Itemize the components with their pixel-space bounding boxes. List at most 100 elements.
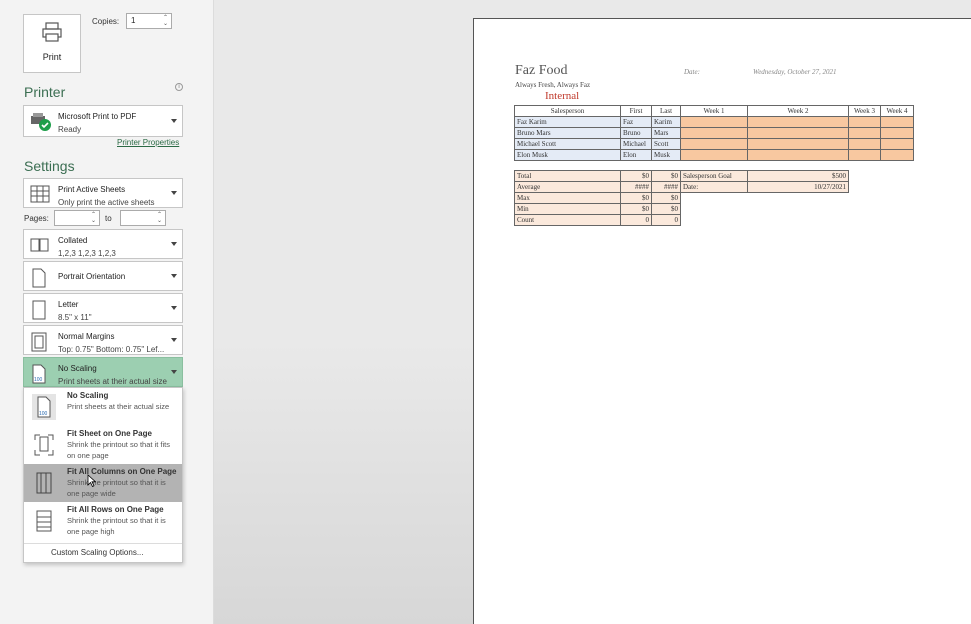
cell-week (747, 138, 849, 150)
summary-last: 0 (651, 214, 681, 226)
printer-dropdown[interactable]: Microsoft Print to PDF Ready (23, 105, 183, 137)
cell-week (880, 138, 914, 150)
goal-table: Salesperson Goal $500 Date: 10/27/2021 (680, 170, 849, 193)
cell-week (747, 127, 849, 139)
info-icon[interactable]: i (175, 83, 183, 91)
menu-item-title: Fit All Columns on One Page (67, 467, 177, 476)
table-row: Total $0 $0 (514, 170, 681, 182)
print-what-title: Print Active Sheets (58, 185, 126, 194)
custom-scaling-options[interactable]: Custom Scaling Options... (51, 548, 143, 557)
preview-date-label: Date: (684, 68, 700, 76)
cell-week (880, 116, 914, 128)
no-scaling-icon: 100 (32, 364, 46, 384)
summary-label: Total (514, 170, 621, 182)
margins-icon (31, 332, 47, 352)
cell-first: Faz (620, 116, 652, 128)
preview-slogan: Always Fresh, Always Faz (515, 81, 591, 89)
pages-from-input[interactable]: ⌃ ⌄ (54, 210, 100, 226)
cell-week (848, 127, 881, 139)
goal-value: $500 (747, 170, 849, 182)
cell-last: Mars (651, 127, 681, 139)
summary-first: $0 (620, 192, 652, 204)
cell-week (680, 127, 748, 139)
collation-title: Collated (58, 236, 88, 245)
copies-spinner[interactable]: ⌃ ⌄ (163, 15, 168, 27)
printer-ready-icon (31, 113, 51, 131)
chevron-down-icon (171, 242, 177, 246)
cell-week (880, 127, 914, 139)
table-row: Faz Karim Faz Karim (514, 116, 914, 128)
copies-input[interactable]: 1 ⌃ ⌄ (126, 13, 172, 29)
summary-first: $0 (620, 203, 652, 215)
paper-size-dropdown[interactable]: Letter 8.5" x 11" (23, 293, 183, 323)
scaling-subtitle: Print sheets at their actual size (58, 377, 167, 386)
table-row: Salesperson Goal $500 (680, 170, 849, 182)
menu-item-no-scaling[interactable]: 100 No Scaling Print sheets at their act… (24, 388, 182, 426)
pages-from-spinner[interactable]: ⌃ ⌄ (91, 212, 96, 224)
printer-section-title: Printer (24, 84, 66, 100)
goal-label: Salesperson Goal (680, 170, 748, 182)
copies-label: Copies: (92, 17, 120, 26)
sales-header-row: Salesperson First Last Week 1 Week 2 Wee… (514, 105, 914, 117)
cell-last: Karim (651, 116, 681, 128)
header-cell: Week 1 (680, 105, 748, 117)
cell-week (747, 149, 849, 161)
chevron-down-icon (171, 119, 177, 123)
portrait-page-icon (32, 268, 46, 288)
cell-salesperson: Bruno Mars (514, 127, 621, 139)
pages-label: Pages: (24, 214, 49, 223)
orientation-title: Portrait Orientation (58, 272, 126, 281)
summary-first: $0 (620, 170, 652, 182)
print-what-dropdown[interactable]: Print Active Sheets Only print the activ… (23, 178, 183, 208)
menu-item-fit-all-columns[interactable]: Fit All Columns on One Page Shrink the p… (24, 464, 182, 502)
chevron-down-icon (171, 370, 177, 374)
cell-week (848, 138, 881, 150)
printer-icon (42, 22, 62, 42)
fit-columns-icon (36, 472, 52, 494)
cell-first: Michael (620, 138, 652, 150)
menu-item-desc: Shrink the printout so that it is one pa… (67, 516, 166, 536)
cell-week (680, 138, 748, 150)
goal-date-label: Date: (680, 181, 748, 193)
no-scaling-icon: 100 (32, 394, 56, 420)
no-scaling-icon-text: 100 (39, 411, 48, 417)
pages-to-label: to (105, 214, 112, 223)
collation-dropdown[interactable]: Collated 1,2,3 1,2,3 1,2,3 (23, 229, 183, 259)
copies-value: 1 (131, 16, 136, 25)
pages-to-spinner[interactable]: ⌃ ⌄ (157, 212, 162, 224)
printer-properties-link[interactable]: Printer Properties (117, 138, 179, 147)
margins-dropdown[interactable]: Normal Margins Top: 0.75" Bottom: 0.75" … (23, 325, 183, 355)
cell-last: Scott (651, 138, 681, 150)
scaling-dropdown[interactable]: 100 No Scaling Print sheets at their act… (23, 357, 183, 387)
orientation-dropdown[interactable]: Portrait Orientation (23, 261, 183, 291)
table-row: Count 0 0 (514, 214, 681, 226)
cell-salesperson: Faz Karim (514, 116, 621, 128)
cell-salesperson: Michael Scott (514, 138, 621, 150)
paper-subtitle: 8.5" x 11" (58, 313, 92, 322)
scaling-menu: 100 No Scaling Print sheets at their act… (23, 387, 183, 563)
menu-item-desc: Shrink the printout so that it fits on o… (67, 440, 170, 460)
summary-label: Count (514, 214, 621, 226)
header-cell: Week 4 (880, 105, 914, 117)
svg-text:100: 100 (34, 377, 43, 383)
pages-to-input[interactable]: ⌃ ⌄ (120, 210, 166, 226)
cell-week (880, 149, 914, 161)
print-what-subtitle: Only print the active sheets (58, 198, 155, 207)
summary-label: Max (514, 192, 621, 204)
print-button[interactable]: Print (23, 14, 81, 73)
settings-section-title: Settings (24, 158, 75, 174)
header-cell: First (620, 105, 652, 117)
menu-divider (24, 543, 182, 544)
summary-label: Average (514, 181, 621, 193)
cell-first: Bruno (620, 127, 652, 139)
mouse-cursor-icon (87, 474, 96, 487)
printer-name: Microsoft Print to PDF (58, 112, 137, 121)
paper-title: Letter (58, 300, 79, 309)
print-settings-panel: Print Copies: 1 ⌃ ⌄ Printer i Microsoft P… (0, 0, 213, 624)
preview-date-value: Wednesday, October 27, 2021 (753, 68, 837, 76)
menu-item-fit-all-rows[interactable]: Fit All Rows on One Page Shrink the prin… (24, 502, 182, 540)
fit-sheet-icon (34, 434, 54, 456)
summary-first: 0 (620, 214, 652, 226)
menu-item-title: No Scaling (67, 391, 109, 400)
menu-item-fit-sheet[interactable]: Fit Sheet on One Page Shrink the printou… (24, 426, 182, 464)
